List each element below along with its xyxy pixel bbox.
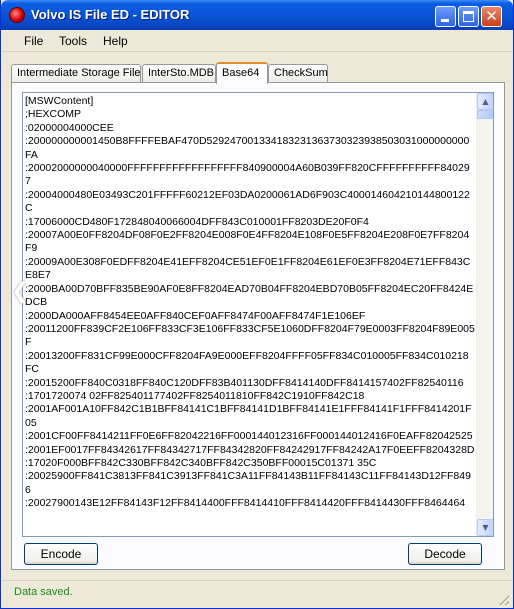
close-button[interactable]: ✕ bbox=[481, 6, 502, 27]
tab-checksum[interactable]: CheckSum bbox=[268, 64, 328, 83]
base64-text-area[interactable]: [MSWContent] ;HEXCOMP :02000004000CEE :2… bbox=[22, 92, 494, 537]
status-text: Data saved. bbox=[14, 586, 73, 598]
maximize-button[interactable] bbox=[458, 6, 479, 27]
chevron-up-icon: ▲ bbox=[482, 97, 489, 106]
resize-grip-icon[interactable] bbox=[497, 593, 509, 605]
tab-intermediate-storage-file[interactable]: Intermediate Storage File bbox=[11, 64, 141, 83]
volvo-app-icon bbox=[9, 7, 25, 23]
tab-base64[interactable]: Base64 bbox=[216, 62, 268, 84]
menu-bar: File Tools Help bbox=[2, 30, 512, 52]
minimize-icon bbox=[441, 19, 449, 22]
decode-button[interactable]: Decode bbox=[408, 543, 482, 565]
title-bar[interactable]: Volvo IS File ED - EDITOR ✕ bbox=[1, 0, 513, 30]
encode-button[interactable]: Encode bbox=[24, 543, 98, 565]
menu-tools[interactable]: Tools bbox=[59, 34, 87, 48]
menu-file[interactable]: File bbox=[24, 34, 43, 48]
hex-content-text[interactable]: [MSWContent] ;HEXCOMP :02000004000CEE :2… bbox=[25, 95, 475, 511]
scroll-down-button[interactable]: ▼ bbox=[477, 519, 493, 536]
menu-help[interactable]: Help bbox=[103, 34, 128, 48]
scrollbar-thumb[interactable] bbox=[477, 110, 493, 119]
tab-intersto-mdb[interactable]: InterSto.MDB bbox=[142, 64, 216, 83]
maximize-icon bbox=[463, 11, 474, 22]
vertical-scrollbar[interactable]: ▲ ▼ bbox=[476, 93, 493, 536]
close-icon: ✕ bbox=[485, 7, 498, 25]
chevron-left-icon[interactable]: ❮ bbox=[11, 280, 29, 304]
editor-window: Volvo IS File ED - EDITOR ✕ File Tools H… bbox=[0, 0, 514, 609]
scroll-up-button[interactable]: ▲ bbox=[477, 93, 493, 110]
minimize-button[interactable] bbox=[435, 6, 456, 27]
window-title: Volvo IS File ED - EDITOR bbox=[31, 7, 190, 22]
base64-tab-panel: [MSWContent] ;HEXCOMP :02000004000CEE :2… bbox=[11, 82, 505, 570]
status-bar: Data saved. bbox=[2, 580, 512, 608]
chevron-down-icon: ▼ bbox=[482, 523, 489, 532]
